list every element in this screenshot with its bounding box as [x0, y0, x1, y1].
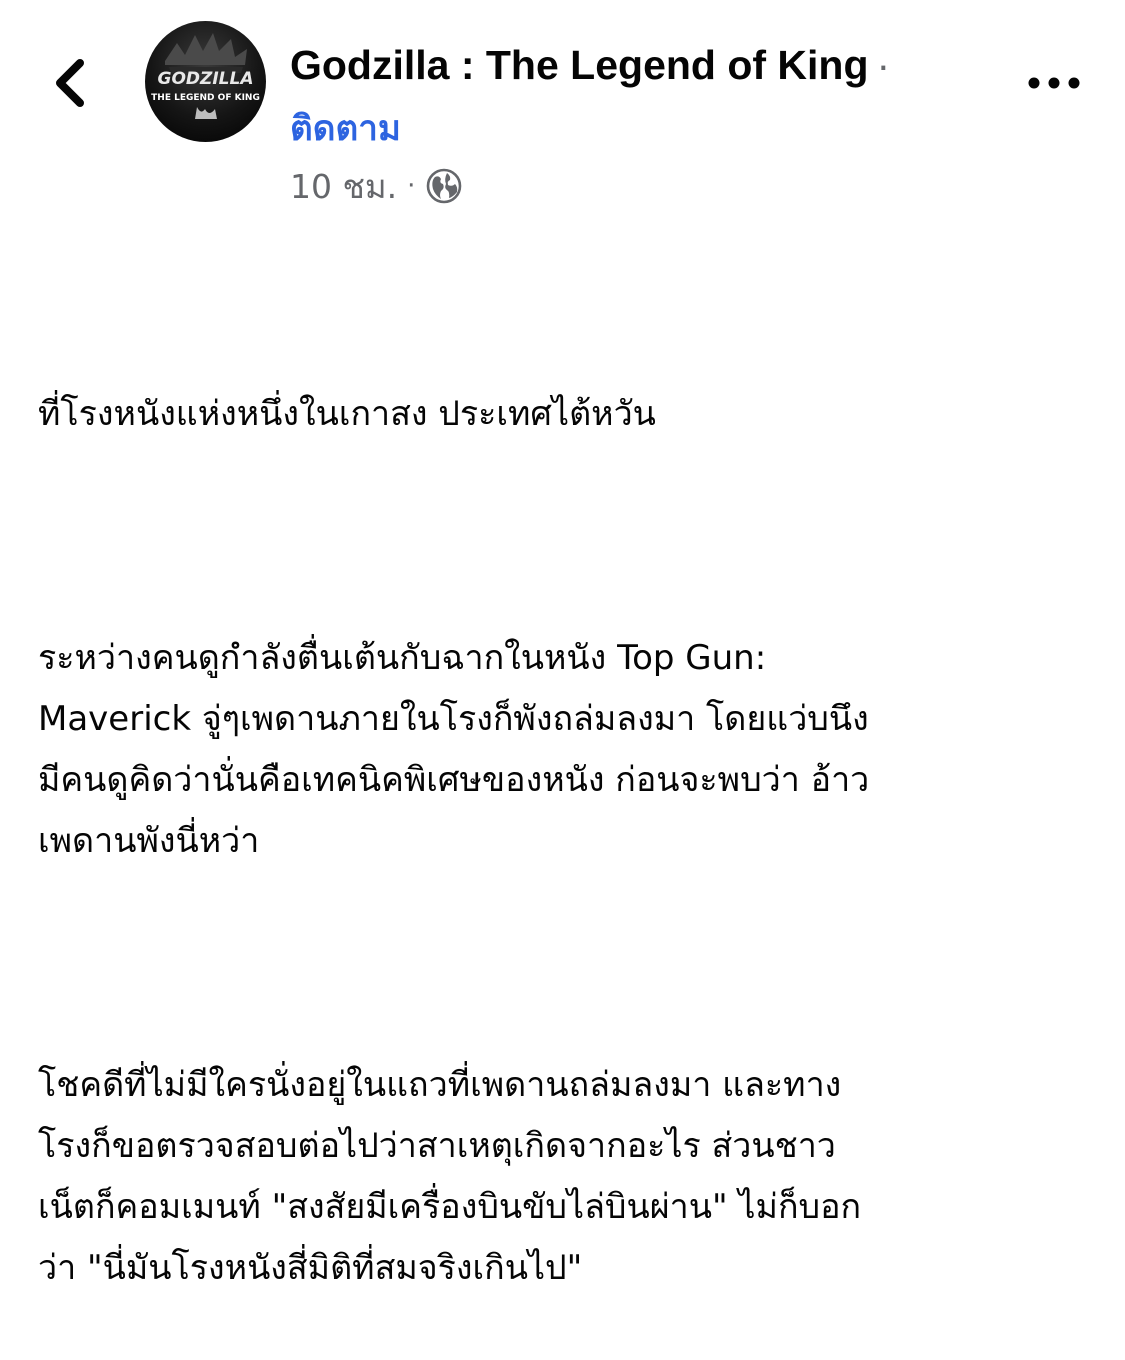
post-meta: 10 ชม. ·	[290, 163, 463, 209]
page-name-text[interactable]: Godzilla : The Legend of King	[290, 42, 869, 88]
avatar-logo-subtitle: THE LEGEND OF KING	[151, 93, 260, 103]
post-paragraph: โชคดีที่ไม่มีใครนั่งอยู่ในแถวที่เพดานถล่…	[38, 1065, 862, 1288]
name-separator: ·	[876, 42, 891, 88]
more-options-button[interactable]	[1026, 68, 1082, 98]
chevron-left-icon	[56, 59, 84, 107]
page-name[interactable]: Godzilla : The Legend of King ·	[290, 40, 890, 90]
meta-separator: ·	[407, 171, 416, 201]
follow-button[interactable]: ติดตาม	[290, 104, 401, 154]
post-text: ที่โรงหนังแห่งหนึ่งในเกาสง ประเทศไต้หวัน…	[38, 262, 1098, 1360]
page-avatar[interactable]: GODZILLA THE LEGEND OF KING	[145, 21, 266, 142]
more-horizontal-icon	[1028, 77, 1080, 89]
avatar-logo-title: GODZILLA	[158, 69, 254, 89]
back-button[interactable]	[44, 48, 100, 118]
post-paragraph: ที่โรงหนังแห่งหนึ่งในเกาสง ประเทศไต้หวัน	[38, 394, 656, 434]
post-paragraph: ระหว่างคนดูกำลังตื่นเต้นกับฉากในหนัง Top…	[38, 638, 870, 861]
post-timestamp[interactable]: 10 ชม.	[290, 160, 397, 213]
globe-icon	[427, 168, 462, 204]
post-header: GODZILLA THE LEGEND OF KING Godzilla : T…	[0, 0, 1125, 220]
godzilla-logo: GODZILLA THE LEGEND OF KING	[151, 33, 260, 119]
